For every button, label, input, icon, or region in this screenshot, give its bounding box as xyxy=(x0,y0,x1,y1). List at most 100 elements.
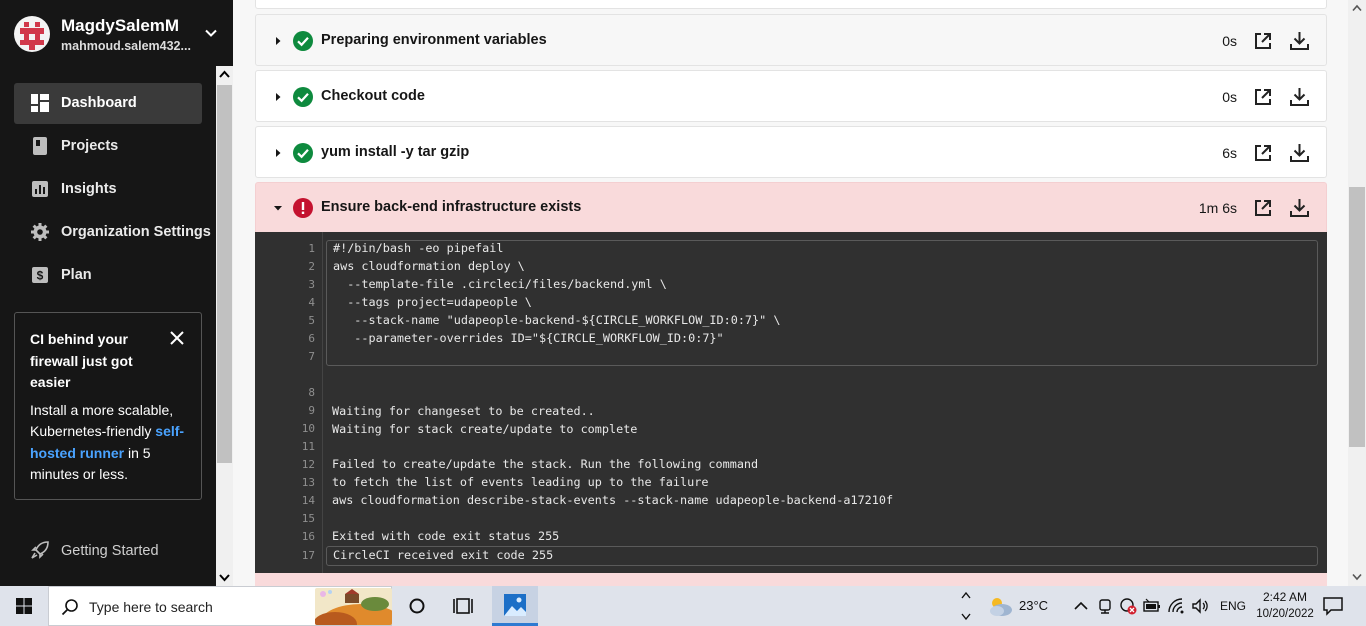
scrollbar-thumb[interactable] xyxy=(1349,187,1365,447)
line-number: 12 xyxy=(301,458,315,471)
error-icon xyxy=(293,198,313,218)
sidebar-item-dashboard[interactable]: Dashboard xyxy=(14,83,202,124)
sidebar-item-getting-started[interactable]: Getting Started xyxy=(14,529,202,570)
code-line: --tags project=udapeople \ xyxy=(333,295,532,309)
weather-temperature[interactable]: 23°C xyxy=(1019,598,1048,613)
open-in-new-icon[interactable] xyxy=(1253,31,1273,51)
line-number: 6 xyxy=(308,332,315,345)
step-row-failed[interactable]: Ensure back-end infrastructure exists 1m… xyxy=(255,182,1327,232)
main-scrollbar[interactable] xyxy=(1348,0,1366,586)
step-title: Preparing environment variables xyxy=(321,32,547,48)
line-number: 13 xyxy=(301,476,315,489)
step-row[interactable]: yum install -y tar gzip 6s xyxy=(255,126,1327,178)
scroll-down-icon[interactable] xyxy=(1352,573,1362,581)
download-icon[interactable] xyxy=(1289,30,1310,51)
sidebar: MagdySalemM mahmoud.salem432... Dashboar… xyxy=(0,0,233,586)
download-icon[interactable] xyxy=(1289,86,1310,107)
sidebar-item-label: Dashboard xyxy=(61,95,137,111)
line-number: 16 xyxy=(301,530,315,543)
photos-app-button[interactable] xyxy=(492,586,538,626)
task-view-icon[interactable] xyxy=(440,586,486,626)
battery-icon[interactable] xyxy=(1143,597,1161,615)
sidebar-scrollbar[interactable] xyxy=(216,66,233,586)
line-number: 5 xyxy=(308,314,315,327)
scroll-up-icon[interactable] xyxy=(219,70,230,79)
step-output-terminal[interactable]: 1 #!/bin/bash -eo pipefail 2 aws cloudfo… xyxy=(255,232,1327,573)
step-row[interactable]: Preparing environment variables 0s xyxy=(255,14,1327,66)
caret-down-icon[interactable] xyxy=(274,204,282,212)
clock-time[interactable]: 2:42 AM xyxy=(1252,590,1318,604)
input-language[interactable]: ENG xyxy=(1220,599,1246,613)
line-number: 17 xyxy=(301,549,315,562)
previous-step-card xyxy=(255,0,1327,9)
user-name: MagdySalemM xyxy=(61,16,180,35)
promo-card: CI behind your firewall just got easier … xyxy=(14,312,202,500)
exit-code-line: CircleCI received exit code 255 xyxy=(333,548,554,562)
promo-body: Install a more scalable, Kubernetes-frie… xyxy=(30,400,187,486)
scroll-up-icon[interactable] xyxy=(1352,4,1362,12)
line-number: 4 xyxy=(308,296,315,309)
projects-icon xyxy=(33,137,47,155)
sidebar-item-insights[interactable]: Insights xyxy=(14,169,202,210)
scrollbar-thumb[interactable] xyxy=(217,85,232,463)
chevron-down-icon[interactable] xyxy=(203,25,219,41)
next-step-card xyxy=(255,573,1327,586)
meet-now-icon[interactable] xyxy=(1096,597,1114,615)
step-duration: 1m 6s xyxy=(1198,200,1237,216)
open-in-new-icon[interactable] xyxy=(1253,198,1273,218)
code-line: #!/bin/bash -eo pipefail xyxy=(333,241,504,255)
line-number: 15 xyxy=(301,512,315,525)
step-row[interactable]: Checkout code 0s xyxy=(255,70,1327,122)
promo-title: CI behind your firewall just got easier xyxy=(30,331,133,390)
close-icon[interactable] xyxy=(170,331,184,345)
step-title: yum install -y tar gzip xyxy=(321,144,470,160)
open-in-new-icon[interactable] xyxy=(1253,87,1273,107)
show-hidden-icons-chevron[interactable] xyxy=(1072,597,1090,615)
line-number: 8 xyxy=(308,386,315,399)
open-in-new-icon[interactable] xyxy=(1253,143,1273,163)
caret-right-icon[interactable] xyxy=(274,93,282,101)
avatar xyxy=(14,16,50,52)
antivirus-icon[interactable] xyxy=(1119,597,1137,615)
code-line: --template-file .circleci/files/backend.… xyxy=(333,277,667,291)
line-number: 7 xyxy=(308,350,315,363)
sidebar-item-plan[interactable]: $ Plan xyxy=(14,255,202,296)
cortana-icon[interactable] xyxy=(394,586,440,626)
notification-icon[interactable] xyxy=(1322,596,1344,616)
caret-right-icon[interactable] xyxy=(274,149,282,157)
weather-icon[interactable] xyxy=(986,594,1014,618)
promo-body-text: Install a more scalable, Kubernetes-frie… xyxy=(30,401,174,440)
taskbar-search[interactable]: Type here to search xyxy=(48,586,392,626)
download-icon[interactable] xyxy=(1289,197,1310,218)
step-duration: 0s xyxy=(1222,33,1237,49)
line-number: 9 xyxy=(308,404,315,417)
volume-icon[interactable] xyxy=(1191,597,1209,615)
line-number: 14 xyxy=(301,494,315,507)
wifi-icon[interactable] xyxy=(1167,597,1185,615)
taskbar-scroll-arrows[interactable] xyxy=(958,586,974,626)
line-number: 1 xyxy=(308,242,315,255)
scroll-down-icon[interactable] xyxy=(219,573,230,582)
rocket-icon xyxy=(31,541,49,559)
code-line: --parameter-overrides ID="${CIRCLE_WORKF… xyxy=(333,331,724,345)
step-title: Ensure back-end infrastructure exists xyxy=(321,199,582,215)
line-number: 10 xyxy=(301,422,315,435)
user-switcher[interactable]: MagdySalemM mahmoud.salem432... xyxy=(0,0,233,66)
search-placeholder: Type here to search xyxy=(89,599,213,615)
gear-icon xyxy=(31,223,49,241)
output-line: aws cloudformation describe-stack-events… xyxy=(332,493,894,507)
sidebar-item-projects[interactable]: Projects xyxy=(14,126,202,167)
step-duration: 0s xyxy=(1222,89,1237,105)
sidebar-item-organization-settings[interactable]: Organization Settings xyxy=(14,212,211,253)
caret-right-icon[interactable] xyxy=(274,37,282,45)
sidebar-item-label: Getting Started xyxy=(61,543,159,559)
line-number: 3 xyxy=(308,278,315,291)
success-check-icon xyxy=(293,87,313,107)
clock-date[interactable]: 10/20/2022 xyxy=(1252,608,1318,620)
windows-start-icon[interactable] xyxy=(0,586,48,626)
insights-icon xyxy=(32,181,48,197)
output-line: Waiting for changeset to be created.. xyxy=(332,404,595,418)
success-check-icon xyxy=(293,31,313,51)
download-icon[interactable] xyxy=(1289,142,1310,163)
photos-app-icon xyxy=(504,594,526,616)
